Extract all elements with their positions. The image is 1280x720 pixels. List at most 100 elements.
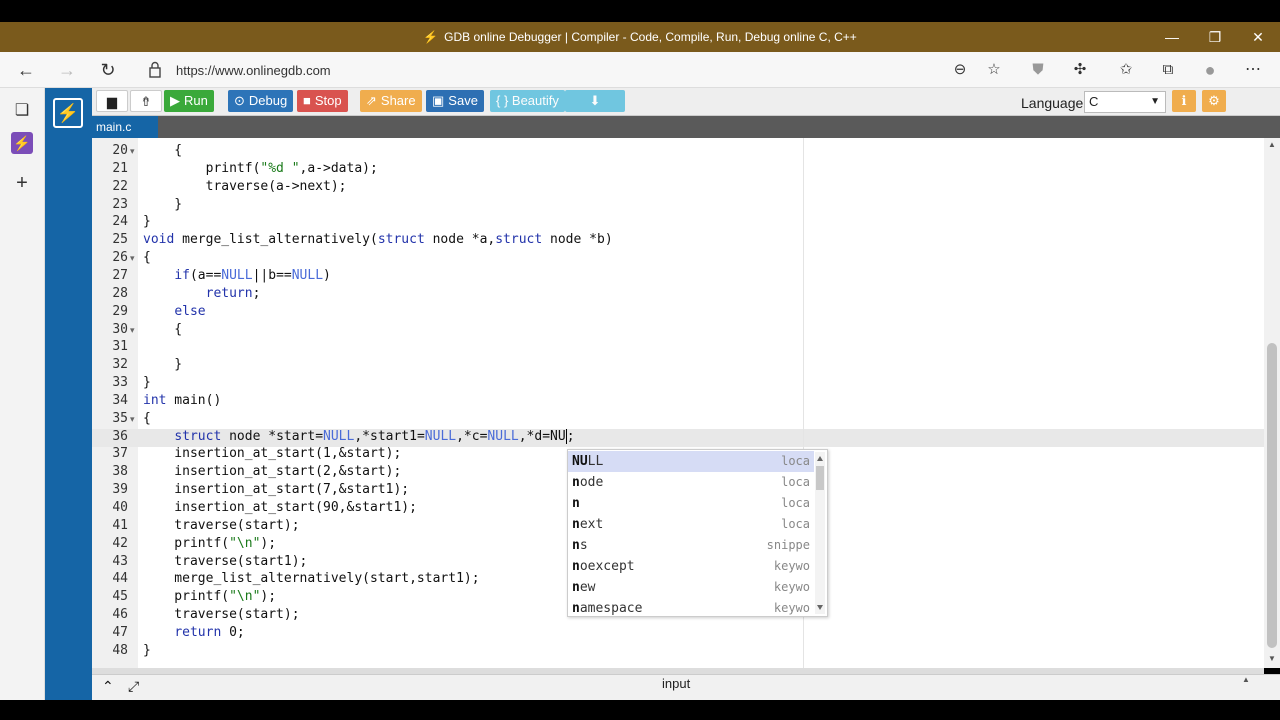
save-icon: ▣: [432, 93, 445, 108]
code-line[interactable]: }: [143, 357, 182, 372]
line-number: 31: [112, 339, 128, 355]
autocomplete-word: node: [572, 475, 604, 490]
fold-toggle-icon[interactable]: ▾: [130, 253, 135, 264]
code-line[interactable]: void merge_list_alternatively(struct nod…: [143, 232, 613, 247]
code-line[interactable]: insertion_at_start(7,&start1);: [143, 482, 409, 497]
lock-icon[interactable]: [148, 61, 162, 79]
new-file-icon[interactable]: ▆: [96, 90, 128, 112]
code-line[interactable]: else: [143, 304, 205, 319]
autocomplete-item[interactable]: n loca: [568, 493, 814, 514]
upload-icon[interactable]: ⇮: [130, 90, 162, 112]
browser-sidebar: ❏ ⚡ +: [0, 88, 45, 700]
line-number: 27: [112, 267, 128, 283]
close-button[interactable]: ✕: [1248, 27, 1268, 47]
code-line[interactable]: {: [143, 250, 151, 265]
fold-toggle-icon[interactable]: ▾: [130, 414, 135, 425]
collections-icon[interactable]: ⧉: [1156, 58, 1180, 82]
debug-button[interactable]: ⊙ Debug: [228, 90, 294, 112]
autocomplete-item[interactable]: NULL loca: [568, 451, 814, 472]
profile-avatar-icon[interactable]: ●: [1198, 58, 1222, 82]
autocomplete-word: new: [572, 580, 596, 595]
code-line[interactable]: printf("\n");: [143, 536, 276, 551]
autocomplete-meta: loca: [781, 496, 810, 510]
line-number: 29: [112, 303, 128, 319]
code-line[interactable]: }: [143, 375, 151, 390]
back-arrow-icon[interactable]: ←: [14, 58, 38, 82]
language-select[interactable]: C ▼: [1084, 91, 1166, 113]
autocomplete-meta: keywo: [773, 601, 810, 615]
autocomplete-scrollbar[interactable]: [815, 452, 825, 614]
line-number: 22: [112, 178, 128, 194]
scroll-down-arrow-icon[interactable]: ▼: [1268, 654, 1276, 663]
expand-icon[interactable]: ⤢: [128, 678, 139, 695]
fold-toggle-icon[interactable]: ▾: [130, 325, 135, 336]
code-line[interactable]: traverse(start);: [143, 607, 299, 622]
share-button[interactable]: ⇗ Share: [360, 90, 422, 112]
code-line[interactable]: }: [143, 214, 151, 229]
forward-arrow-icon[interactable]: →: [55, 58, 79, 82]
code-line[interactable]: {: [143, 411, 151, 426]
settings-button[interactable]: ⚙: [1202, 90, 1226, 112]
autocomplete-item[interactable]: next loca: [568, 514, 814, 535]
code-line[interactable]: {: [143, 143, 182, 158]
zoom-out-icon[interactable]: ⊖: [948, 58, 972, 82]
code-line[interactable]: insertion_at_start(2,&start);: [143, 464, 401, 479]
autocomplete-item[interactable]: new keywo: [568, 577, 814, 598]
code-line[interactable]: }: [143, 197, 182, 212]
autocomplete-popup[interactable]: NULL loca node loca n loca next loca ns snippe noe…: [567, 449, 828, 617]
code-line[interactable]: int main(): [143, 393, 221, 408]
code-line[interactable]: traverse(start1);: [143, 554, 307, 569]
download-button[interactable]: ⬇: [565, 90, 625, 112]
line-number: 41: [112, 517, 128, 533]
play-icon: ▶: [170, 93, 180, 108]
code-line[interactable]: if(a==NULL||b==NULL): [143, 268, 331, 283]
extensions-icon[interactable]: ✣: [1068, 58, 1092, 82]
scroll-up-arrow-icon[interactable]: ▲: [1242, 675, 1250, 684]
code-line[interactable]: return 0;: [143, 625, 244, 640]
fold-toggle-icon[interactable]: ▾: [130, 146, 135, 157]
toolbar: ▆ ⇮ ▶ Run ⊙ Debug ■ Stop ⇗ Share ▣ Save { } B…: [92, 88, 1280, 116]
autocomplete-item[interactable]: noexcept keywo: [568, 556, 814, 577]
restore-button[interactable]: ❐: [1205, 27, 1225, 47]
run-button[interactable]: ▶ Run: [164, 90, 214, 112]
tab-main-c[interactable]: main.c: [92, 116, 158, 138]
beautify-button[interactable]: { } Beautify: [490, 90, 565, 112]
shield-icon[interactable]: ⛊: [1026, 58, 1050, 82]
autocomplete-meta: loca: [781, 475, 810, 489]
save-button[interactable]: ▣ Save: [426, 90, 484, 112]
code-line[interactable]: traverse(a->next);: [143, 179, 347, 194]
line-number: 37: [112, 446, 128, 462]
code-line[interactable]: struct node *start=NULL,*start1=NULL,*c=…: [143, 428, 575, 444]
scroll-up-arrow-icon[interactable]: ▲: [1268, 140, 1276, 149]
add-favorite-icon[interactable]: ☆: [982, 58, 1006, 82]
code-line[interactable]: return;: [143, 286, 261, 301]
code-line[interactable]: printf("\n");: [143, 589, 276, 604]
onlinegdb-logo-icon[interactable]: ⚡: [53, 98, 83, 128]
new-tab-plus-icon[interactable]: +: [11, 172, 33, 194]
favorites-icon[interactable]: ✩: [1114, 58, 1138, 82]
refresh-icon[interactable]: ↻: [96, 58, 120, 82]
chevron-up-icon[interactable]: ⌃: [102, 678, 114, 695]
autocomplete-meta: keywo: [773, 559, 810, 573]
info-button[interactable]: ℹ: [1172, 90, 1196, 112]
code-line[interactable]: {: [143, 322, 182, 337]
onlinegdb-tab-icon[interactable]: ⚡: [11, 132, 33, 154]
code-line[interactable]: }: [143, 643, 151, 658]
more-menu-icon[interactable]: ⋯: [1241, 58, 1265, 82]
line-number: 26: [112, 250, 128, 266]
code-line[interactable]: printf("%d ",a->data);: [143, 161, 378, 176]
tabs-icon[interactable]: ❏: [11, 100, 33, 122]
minimize-button[interactable]: —: [1162, 27, 1182, 47]
autocomplete-item[interactable]: ns snippe: [568, 535, 814, 556]
autocomplete-item[interactable]: node loca: [568, 472, 814, 493]
stop-button[interactable]: ■ Stop: [297, 90, 348, 112]
editor-vertical-scrollbar[interactable]: ▲ ▼: [1264, 138, 1280, 668]
scrollbar-thumb[interactable]: [1267, 343, 1277, 648]
code-line[interactable]: insertion_at_start(1,&start);: [143, 446, 401, 461]
code-line[interactable]: merge_list_alternatively(start,start1);: [143, 571, 479, 586]
url-field[interactable]: https://www.onlinegdb.com: [176, 63, 331, 78]
code-line[interactable]: insertion_at_start(90,&start1);: [143, 500, 417, 515]
line-number: 45: [112, 589, 128, 605]
code-line[interactable]: traverse(start);: [143, 518, 299, 533]
autocomplete-item[interactable]: namespace keywo: [568, 598, 814, 616]
